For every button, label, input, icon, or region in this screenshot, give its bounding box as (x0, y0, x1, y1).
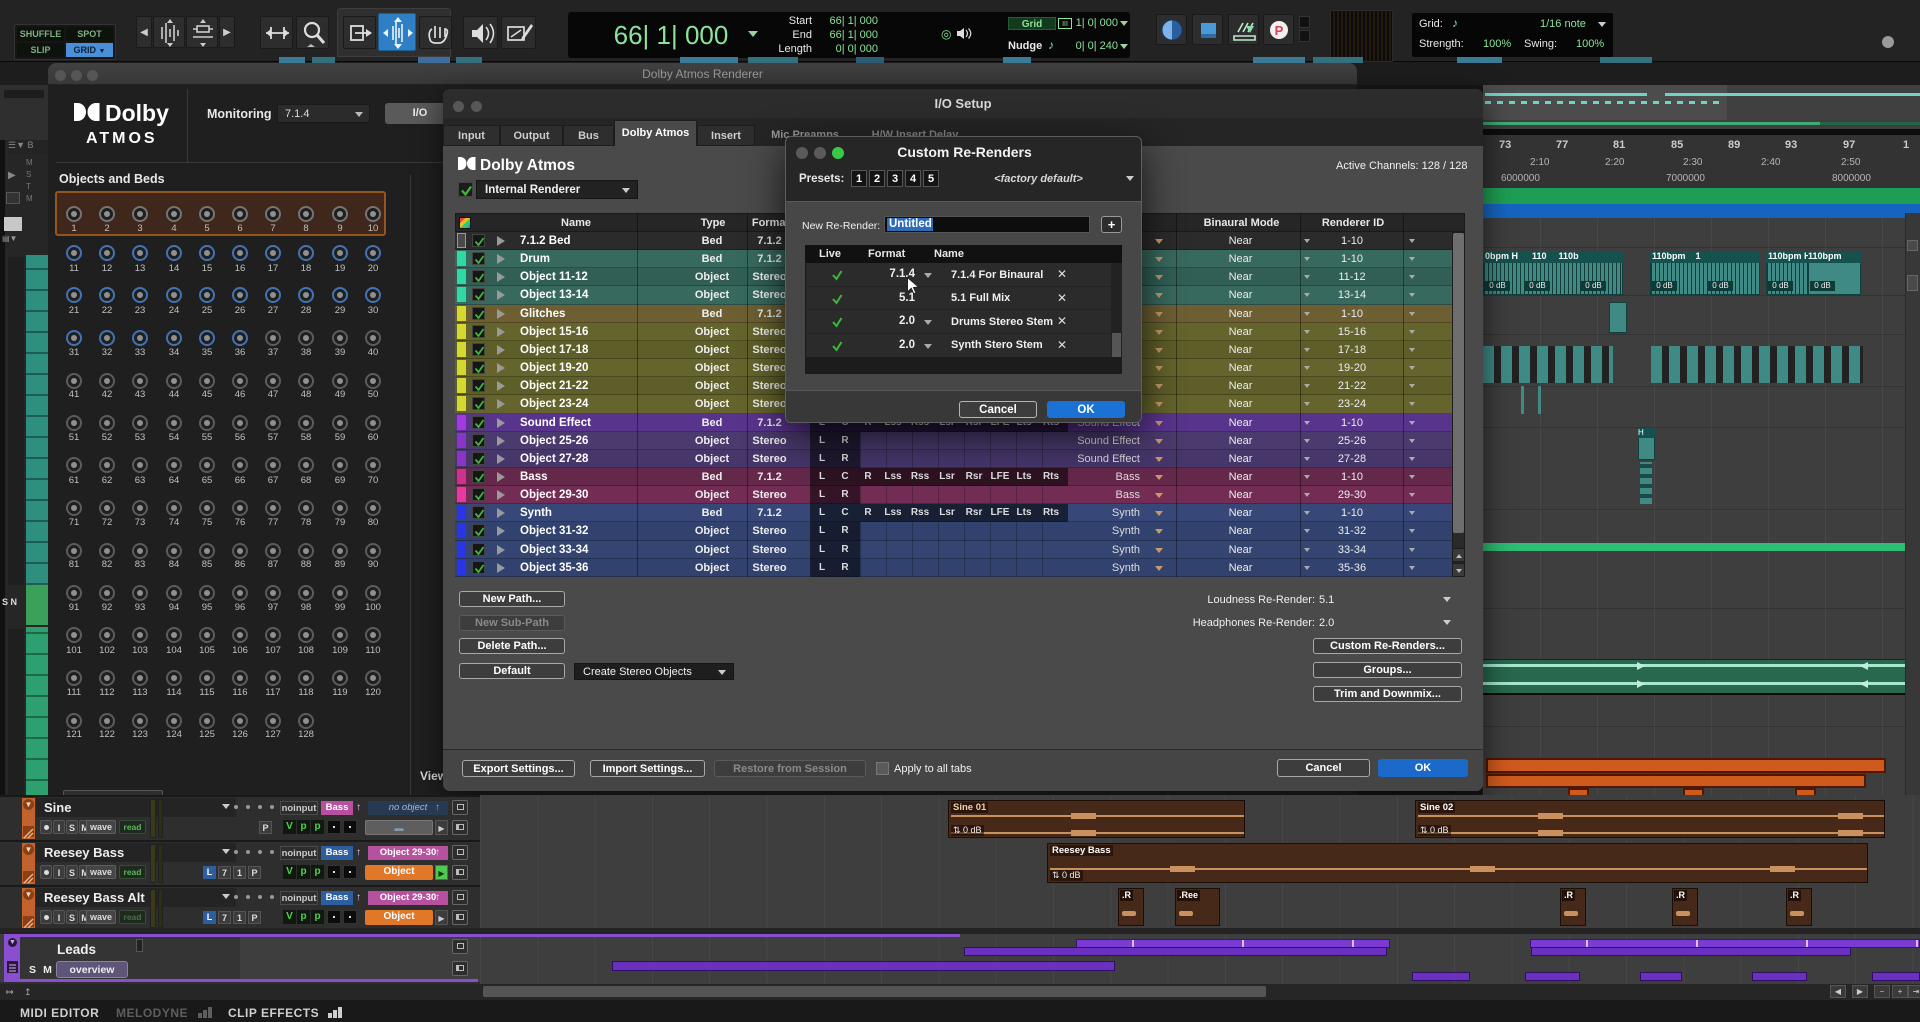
svg-text:Dolby: Dolby (105, 103, 169, 126)
svg-text:ATMOS: ATMOS (86, 130, 158, 145)
svg-text:Dolby Atmos: Dolby Atmos (480, 157, 575, 174)
svg-text:P: P (1275, 23, 1284, 38)
